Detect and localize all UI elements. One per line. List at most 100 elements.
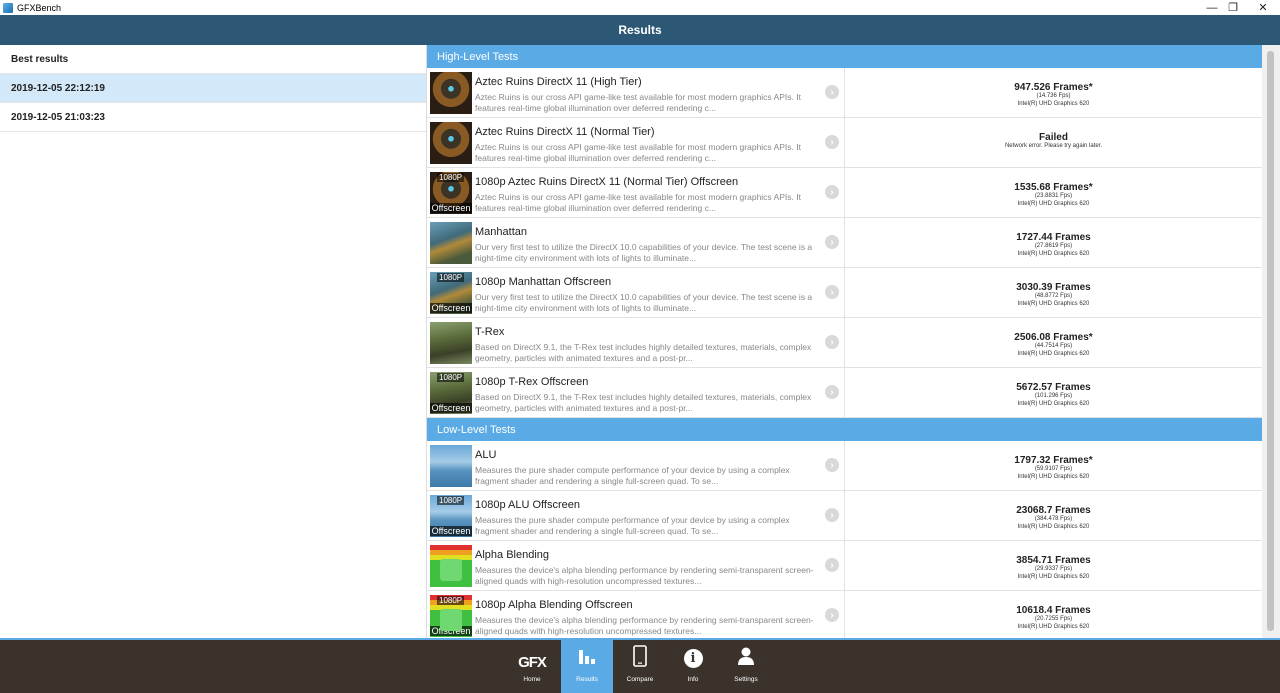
test-description: Measures the pure shader compute perform…: [475, 465, 790, 486]
test-device: Intel(R) UHD Graphics 620: [1017, 401, 1090, 407]
test-info[interactable]: Alpha Blending Measures the device's alp…: [427, 541, 845, 590]
test-thumbnail: [430, 322, 472, 364]
test-name: 1080p T-Rex Offscreen: [475, 376, 589, 388]
test-result: 3030.39 Frames (48.8772 Fps) Intel(R) UH…: [845, 268, 1262, 317]
chevron-right-icon[interactable]: ›: [825, 135, 839, 149]
test-description: Measures the device's alpha blending per…: [475, 565, 814, 586]
test-info[interactable]: T-Rex Based on DirectX 9.1, the T-Rex te…: [427, 318, 845, 367]
chevron-right-icon[interactable]: ›: [825, 508, 839, 522]
test-row[interactable]: Aztec Ruins DirectX 11 (High Tier) Aztec…: [427, 68, 1262, 118]
test-row[interactable]: Manhattan Our very first test to utilize…: [427, 218, 1262, 268]
offscreen-badge: Offscreen: [430, 403, 472, 413]
test-thumbnail: 1080P Offscreen: [430, 272, 472, 314]
resolution-badge: 1080P: [437, 496, 465, 505]
test-row[interactable]: 1080P Offscreen 1080p ALU Offscreen Measu…: [427, 491, 1262, 541]
offscreen-badge: Offscreen: [430, 203, 472, 213]
test-row[interactable]: 1080P Offscreen 1080p T-Rex Offscreen Bas…: [427, 368, 1262, 418]
test-score: 3030.39 Frames: [1016, 282, 1091, 293]
test-info[interactable]: ALU Measures the pure shader compute per…: [427, 441, 845, 490]
test-description: Measures the device's alpha blending per…: [475, 615, 814, 636]
nav-home[interactable]: GFX Home: [506, 640, 558, 693]
test-result: 1797.32 Frames* (59.9107 Fps) Intel(R) U…: [845, 441, 1262, 490]
chevron-right-icon[interactable]: ›: [825, 235, 839, 249]
test-score: 1727.44 Frames: [1016, 232, 1091, 243]
resolution-badge: 1080P: [437, 373, 465, 382]
test-row[interactable]: 1080P Offscreen 1080p Alpha Blending Offs…: [427, 591, 1262, 638]
section-title: Low-Level Tests: [437, 423, 516, 436]
test-row[interactable]: 1080P Offscreen 1080p Aztec Ruins DirectX…: [427, 168, 1262, 218]
test-name: 1080p Manhattan Offscreen: [475, 276, 612, 288]
test-score: 1535.68 Frames*: [1014, 182, 1093, 193]
test-result: 5672.57 Frames (101.296 Fps) Intel(R) UH…: [845, 368, 1262, 417]
chevron-right-icon[interactable]: ›: [825, 335, 839, 349]
test-score: Failed: [1039, 132, 1068, 143]
test-device: Intel(R) UHD Graphics 620: [1017, 574, 1090, 580]
test-thumbnail: [430, 445, 472, 487]
chevron-right-icon[interactable]: ›: [825, 285, 839, 299]
test-info[interactable]: 1080P Offscreen 1080p Alpha Blending Offs…: [427, 591, 845, 638]
test-description: Aztec Ruins is our cross API game-like t…: [475, 92, 801, 113]
test-row[interactable]: ALU Measures the pure shader compute per…: [427, 441, 1262, 491]
test-info[interactable]: Aztec Ruins DirectX 11 (Normal Tier) Azt…: [427, 118, 845, 167]
chevron-right-icon[interactable]: ›: [825, 85, 839, 99]
test-row[interactable]: Alpha Blending Measures the device's alp…: [427, 541, 1262, 591]
test-device: Intel(R) UHD Graphics 620: [1017, 201, 1090, 207]
test-device: Intel(R) UHD Graphics 620: [1017, 624, 1090, 630]
test-score: 3854.71 Frames: [1016, 555, 1091, 566]
test-info[interactable]: Aztec Ruins DirectX 11 (High Tier) Aztec…: [427, 68, 845, 117]
test-fps: (14.736 Fps): [1036, 93, 1071, 99]
test-row[interactable]: Aztec Ruins DirectX 11 (Normal Tier) Azt…: [427, 118, 1262, 168]
test-fps: (20.7255 Fps): [1034, 616, 1073, 622]
sidebar-item-result-2[interactable]: 2019-12-05 21:03:23: [0, 103, 426, 132]
results-list: High-Level Tests Aztec Ruins DirectX 11 …: [427, 45, 1262, 638]
section-header-low-level: Low-Level Tests: [427, 418, 1262, 441]
test-row[interactable]: 1080P Offscreen 1080p Manhattan Offscreen…: [427, 268, 1262, 318]
test-result: 3854.71 Frames (29.9337 Fps) Intel(R) UH…: [845, 541, 1262, 590]
test-name: 1080p Alpha Blending Offscreen: [475, 599, 633, 611]
restore-button[interactable]: ❐: [1218, 0, 1248, 15]
nav-results[interactable]: Results: [561, 640, 613, 693]
test-fps: (23.8831 Fps): [1034, 193, 1073, 199]
test-fps: Network error. Please try again later.: [1004, 143, 1103, 149]
nav-compare[interactable]: Compare: [614, 640, 666, 693]
app-logo-icon: [3, 2, 13, 13]
vertical-scrollbar[interactable]: [1262, 45, 1280, 638]
window-titlebar: GFXBench — ❐ ✕: [0, 0, 1280, 15]
sidebar-item-result-1[interactable]: 2019-12-05 22:12:19: [0, 74, 426, 103]
scrollbar-thumb[interactable]: [1267, 51, 1274, 631]
test-score: 2506.08 Frames*: [1014, 332, 1093, 343]
test-row[interactable]: T-Rex Based on DirectX 9.1, the T-Rex te…: [427, 318, 1262, 368]
chevron-right-icon[interactable]: ›: [825, 558, 839, 572]
chevron-right-icon[interactable]: ›: [825, 608, 839, 622]
section-title: High-Level Tests: [437, 50, 519, 63]
nav-label: Settings: [734, 676, 758, 683]
test-info[interactable]: Manhattan Our very first test to utilize…: [427, 218, 845, 267]
test-thumbnail: 1080P Offscreen: [430, 172, 472, 214]
chevron-right-icon[interactable]: ›: [825, 458, 839, 472]
test-device: Intel(R) UHD Graphics 620: [1017, 101, 1090, 107]
phone-icon: [632, 644, 648, 672]
test-fps: (48.8772 Fps): [1034, 293, 1073, 299]
chevron-right-icon[interactable]: ›: [825, 185, 839, 199]
test-name: ALU: [475, 449, 497, 461]
best-results-item[interactable]: Best results: [0, 45, 426, 74]
test-description: Aztec Ruins is our cross API game-like t…: [475, 142, 801, 163]
test-fps: (59.9107 Fps): [1034, 466, 1073, 472]
chevron-right-icon[interactable]: ›: [825, 385, 839, 399]
test-device: Intel(R) UHD Graphics 620: [1017, 301, 1090, 307]
offscreen-badge: Offscreen: [430, 626, 472, 636]
test-info[interactable]: 1080P Offscreen 1080p Manhattan Offscreen…: [427, 268, 845, 317]
test-info[interactable]: 1080P Offscreen 1080p ALU Offscreen Measu…: [427, 491, 845, 540]
nav-info[interactable]: i Info: [667, 640, 719, 693]
test-info[interactable]: 1080P Offscreen 1080p Aztec Ruins DirectX…: [427, 168, 845, 217]
test-name: Aztec Ruins DirectX 11 (Normal Tier): [475, 126, 655, 138]
nav-settings[interactable]: Settings: [720, 640, 772, 693]
test-score: 947.526 Frames*: [1014, 82, 1093, 93]
test-fps: (44.7514 Fps): [1034, 343, 1073, 349]
test-info[interactable]: 1080P Offscreen 1080p T-Rex Offscreen Bas…: [427, 368, 845, 417]
page-header: Results: [0, 15, 1280, 45]
close-button[interactable]: ✕: [1248, 0, 1278, 15]
test-name: 1080p Aztec Ruins DirectX 11 (Normal Tie…: [475, 176, 739, 188]
test-device: Intel(R) UHD Graphics 620: [1017, 524, 1090, 530]
test-description: Based on DirectX 9.1, the T-Rex test inc…: [475, 342, 812, 363]
